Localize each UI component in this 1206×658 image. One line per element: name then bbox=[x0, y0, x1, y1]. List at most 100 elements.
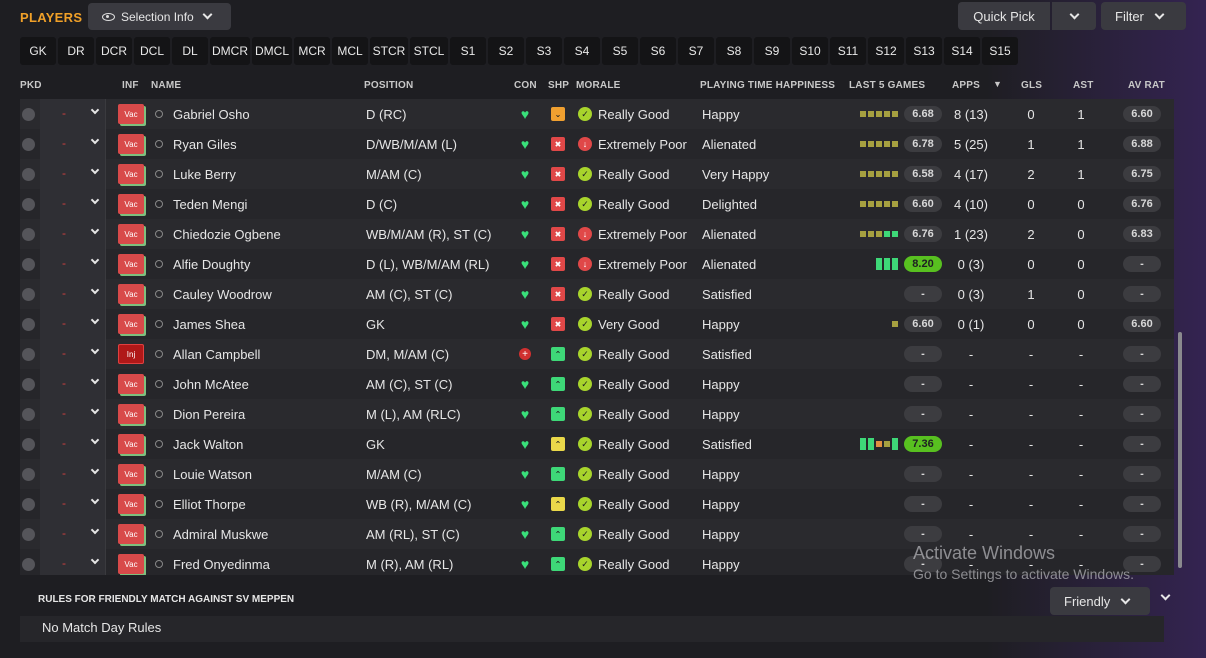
position-button-s11[interactable]: S11 bbox=[830, 37, 866, 65]
position-button-s2[interactable]: S2 bbox=[488, 37, 524, 65]
position-button-s8[interactable]: S8 bbox=[716, 37, 752, 65]
header-happiness[interactable]: PLAYING TIME HAPPINESS bbox=[700, 80, 835, 91]
position-button-dmcl[interactable]: DMCL bbox=[252, 37, 292, 65]
pick-select[interactable]: - bbox=[40, 519, 106, 549]
header-gls[interactable]: GLS bbox=[1021, 80, 1042, 91]
position-button-s7[interactable]: S7 bbox=[678, 37, 714, 65]
info-badge[interactable]: Vac bbox=[118, 164, 144, 184]
position-button-s13[interactable]: S13 bbox=[906, 37, 942, 65]
header-avrat[interactable]: AV RAT bbox=[1128, 80, 1165, 91]
pick-select[interactable]: - bbox=[40, 279, 106, 309]
player-name[interactable]: James Shea bbox=[173, 309, 245, 339]
pick-circle-icon[interactable] bbox=[22, 468, 35, 481]
info-badge[interactable]: Vac bbox=[118, 374, 144, 394]
header-con[interactable]: CON bbox=[514, 80, 537, 91]
info-badge[interactable]: Vac bbox=[118, 104, 144, 124]
pick-circle-icon[interactable] bbox=[22, 258, 35, 271]
selection-info-button[interactable]: Selection Info bbox=[88, 3, 231, 30]
position-button-s4[interactable]: S4 bbox=[564, 37, 600, 65]
info-badge[interactable]: Vac bbox=[118, 404, 144, 424]
player-name[interactable]: Fred Onyedinma bbox=[173, 549, 270, 575]
info-badge[interactable]: Vac bbox=[118, 254, 144, 274]
pick-select[interactable]: - bbox=[40, 339, 106, 369]
quick-pick-dropdown[interactable] bbox=[1052, 2, 1096, 30]
table-row[interactable]: - Vac Chiedozie Ogbene WB/M/AM (R), ST (… bbox=[20, 219, 1174, 249]
pick-circle-icon[interactable] bbox=[22, 198, 35, 211]
filter-button[interactable]: Filter bbox=[1101, 2, 1186, 30]
player-name[interactable]: Alfie Doughty bbox=[173, 249, 250, 279]
position-button-dr[interactable]: DR bbox=[58, 37, 94, 65]
position-button-s15[interactable]: S15 bbox=[982, 37, 1018, 65]
player-name[interactable]: Ryan Giles bbox=[173, 129, 237, 159]
info-badge[interactable]: Vac bbox=[118, 194, 144, 214]
player-name[interactable]: Elliot Thorpe bbox=[173, 489, 246, 519]
pick-select[interactable]: - bbox=[40, 219, 106, 249]
position-button-s1[interactable]: S1 bbox=[450, 37, 486, 65]
position-button-mcl[interactable]: MCL bbox=[332, 37, 368, 65]
pick-select[interactable]: - bbox=[40, 459, 106, 489]
table-row[interactable]: - Vac James Shea GK ♥ ✖ ✓ Very Good Happ… bbox=[20, 309, 1174, 339]
friendly-dropdown[interactable]: Friendly bbox=[1050, 587, 1150, 615]
pick-circle-icon[interactable] bbox=[22, 378, 35, 391]
position-button-s6[interactable]: S6 bbox=[640, 37, 676, 65]
table-row[interactable]: - Vac Dion Pereira M (L), AM (RLC) ♥ ⌃ ✓… bbox=[20, 399, 1174, 429]
table-row[interactable]: - Vac Teden Mengi D (C) ♥ ✖ ✓ Really Goo… bbox=[20, 189, 1174, 219]
quick-pick-button[interactable]: Quick Pick bbox=[958, 2, 1050, 30]
player-name[interactable]: John McAtee bbox=[173, 369, 249, 399]
position-button-s12[interactable]: S12 bbox=[868, 37, 904, 65]
header-shp[interactable]: SHP bbox=[548, 80, 569, 91]
position-button-s14[interactable]: S14 bbox=[944, 37, 980, 65]
position-button-mcr[interactable]: MCR bbox=[294, 37, 330, 65]
pick-circle-icon[interactable] bbox=[22, 528, 35, 541]
info-badge[interactable]: Inj bbox=[118, 344, 144, 364]
info-badge[interactable]: Vac bbox=[118, 434, 144, 454]
pick-select[interactable]: - bbox=[40, 99, 106, 129]
table-row[interactable]: - Inj Allan Campbell DM, M/AM (C) + ⌃ ✓ … bbox=[20, 339, 1174, 369]
player-name[interactable]: Gabriel Osho bbox=[173, 99, 250, 129]
player-name[interactable]: Jack Walton bbox=[173, 429, 243, 459]
player-name[interactable]: Louie Watson bbox=[173, 459, 252, 489]
position-button-s3[interactable]: S3 bbox=[526, 37, 562, 65]
pick-select[interactable]: - bbox=[40, 399, 106, 429]
collapse-chevron-icon[interactable] bbox=[1160, 590, 1171, 601]
table-row[interactable]: - Vac Ryan Giles D/WB/M/AM (L) ♥ ✖ ↓ Ext… bbox=[20, 129, 1174, 159]
table-row[interactable]: - Vac Jack Walton GK ♥ ⌃ ✓ Really Good S… bbox=[20, 429, 1174, 459]
pick-select[interactable]: - bbox=[40, 249, 106, 279]
pick-select[interactable]: - bbox=[40, 489, 106, 519]
player-name[interactable]: Teden Mengi bbox=[173, 189, 247, 219]
pick-circle-icon[interactable] bbox=[22, 228, 35, 241]
position-button-dl[interactable]: DL bbox=[172, 37, 208, 65]
header-ast[interactable]: AST bbox=[1073, 80, 1094, 91]
pick-circle-icon[interactable] bbox=[22, 108, 35, 121]
header-morale[interactable]: MORALE bbox=[576, 80, 621, 91]
position-button-stcr[interactable]: STCR bbox=[370, 37, 408, 65]
header-last5[interactable]: LAST 5 GAMES bbox=[849, 80, 925, 91]
header-apps[interactable]: APPS bbox=[952, 80, 980, 91]
table-row[interactable]: - Vac Louie Watson M/AM (C) ♥ ⌃ ✓ Really… bbox=[20, 459, 1174, 489]
pick-circle-icon[interactable] bbox=[22, 408, 35, 421]
position-button-dmcr[interactable]: DMCR bbox=[210, 37, 250, 65]
info-badge[interactable]: Vac bbox=[118, 464, 144, 484]
info-badge[interactable]: Vac bbox=[118, 224, 144, 244]
pick-circle-icon[interactable] bbox=[22, 168, 35, 181]
header-pkd[interactable]: PKD bbox=[20, 80, 42, 91]
pick-select[interactable]: - bbox=[40, 369, 106, 399]
position-button-s10[interactable]: S10 bbox=[792, 37, 828, 65]
player-name[interactable]: Dion Pereira bbox=[173, 399, 245, 429]
info-badge[interactable]: Vac bbox=[118, 554, 144, 574]
position-button-dcr[interactable]: DCR bbox=[96, 37, 132, 65]
pick-circle-icon[interactable] bbox=[22, 348, 35, 361]
position-button-gk[interactable]: GK bbox=[20, 37, 56, 65]
header-position[interactable]: POSITION bbox=[364, 80, 413, 91]
scrollbar[interactable] bbox=[1178, 332, 1182, 568]
table-row[interactable]: - Vac Alfie Doughty D (L), WB/M/AM (RL) … bbox=[20, 249, 1174, 279]
header-name[interactable]: NAME bbox=[151, 80, 181, 91]
header-inf[interactable]: INF bbox=[122, 80, 139, 91]
pick-select[interactable]: - bbox=[40, 549, 106, 575]
player-name[interactable]: Admiral Muskwe bbox=[173, 519, 268, 549]
table-row[interactable]: - Vac Elliot Thorpe WB (R), M/AM (C) ♥ ⌃… bbox=[20, 489, 1174, 519]
position-button-dcl[interactable]: DCL bbox=[134, 37, 170, 65]
table-row[interactable]: - Vac Gabriel Osho D (RC) ♥ ⌄ ✓ Really G… bbox=[20, 99, 1174, 129]
table-row[interactable]: - Vac Luke Berry M/AM (C) ♥ ✖ ✓ Really G… bbox=[20, 159, 1174, 189]
pick-circle-icon[interactable] bbox=[22, 438, 35, 451]
